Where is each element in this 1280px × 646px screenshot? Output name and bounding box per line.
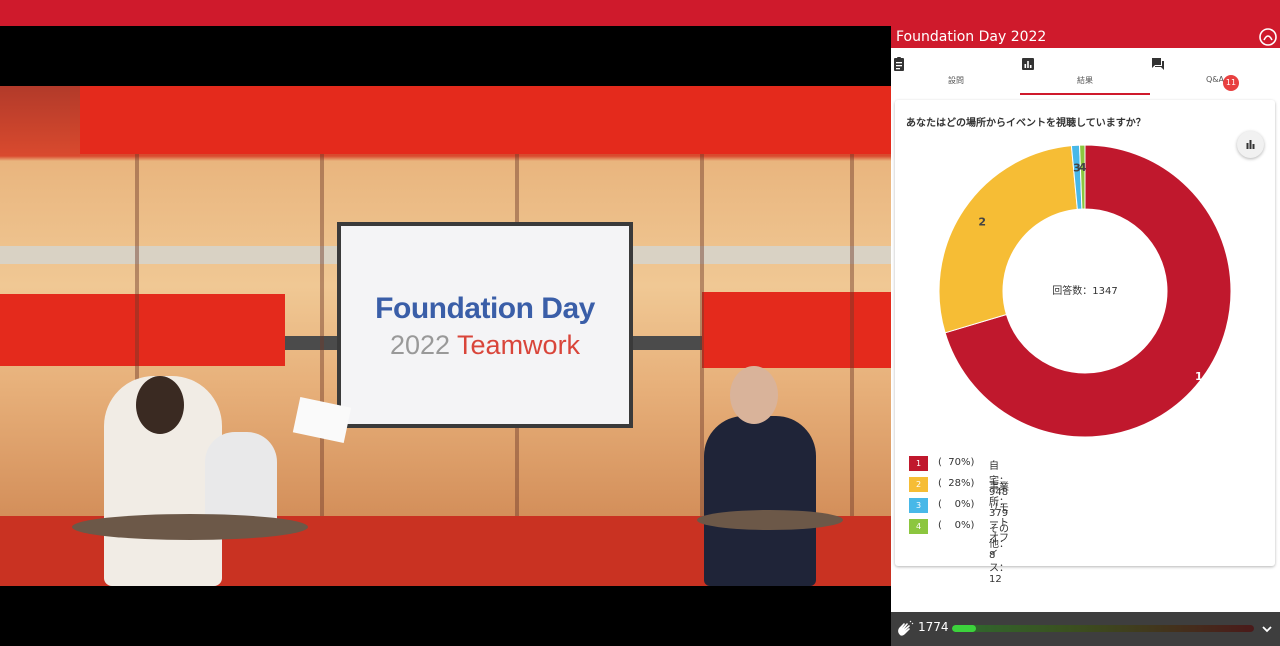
legend-swatch: 4 bbox=[909, 519, 928, 534]
donut-chart: 回答数：1347 1234 bbox=[938, 144, 1232, 438]
tab-label: Q&A bbox=[1205, 75, 1224, 84]
qa-count-badge: 11 bbox=[1223, 75, 1239, 91]
screen-year: 2022 bbox=[389, 330, 451, 360]
reaction-meter bbox=[952, 625, 1254, 632]
donut-slice-2 bbox=[938, 145, 1078, 334]
panel-header: Foundation Day 2022 bbox=[891, 26, 1280, 48]
tab-results[interactable]: 結果 bbox=[1020, 48, 1150, 96]
tab-label: 結果 bbox=[1077, 76, 1093, 85]
clap-hands-icon[interactable] bbox=[896, 620, 914, 638]
screen-title: Foundation Day bbox=[375, 292, 595, 325]
chat-icon bbox=[1152, 58, 1164, 70]
legend-percent: ( 0%) bbox=[938, 520, 975, 531]
legend-percent: ( 0%) bbox=[938, 499, 975, 510]
presenter-left-head bbox=[136, 376, 184, 434]
table-right bbox=[697, 510, 843, 530]
presenter-right bbox=[704, 416, 816, 586]
video-player[interactable]: Foundation Day 2022 Teamwork bbox=[0, 26, 891, 646]
legend-swatch: 1 bbox=[909, 456, 928, 471]
brand-logo-icon bbox=[1259, 28, 1277, 46]
tab-label: 設問 bbox=[948, 76, 964, 85]
reaction-footer: 1774 bbox=[891, 612, 1280, 646]
donut-slice-label: 4 bbox=[1079, 161, 1087, 174]
backdrop-red-band bbox=[80, 86, 891, 154]
reaction-meter-fill bbox=[952, 625, 977, 632]
backdrop-red-panel bbox=[702, 292, 891, 368]
presenter-right-head bbox=[730, 366, 778, 424]
screen-subtitle: 2022 Teamwork bbox=[341, 330, 629, 361]
side-panel: Foundation Day 2022 設問 結果 Q&A 11 あなたはどの場… bbox=[891, 26, 1280, 646]
backdrop-red-panel bbox=[0, 294, 285, 366]
poll-result-card: あなたはどの場所からイベントを視聴していますか？ 回答数：1347 1234 1… bbox=[895, 100, 1275, 585]
response-count-label: 回答数：1347 bbox=[1052, 284, 1117, 297]
panel-title: Foundation Day 2022 bbox=[896, 29, 1047, 45]
donut-slice-label: 1 bbox=[1195, 370, 1203, 383]
viewer-count: 1774 bbox=[918, 620, 949, 634]
donut-slice-label: 2 bbox=[978, 216, 986, 229]
screen-theme: Teamwork bbox=[457, 330, 581, 360]
legend-label: その他：8 bbox=[989, 524, 1009, 561]
tab-questions[interactable]: 設問 bbox=[891, 48, 1021, 96]
legend-percent: ( 28%) bbox=[938, 478, 975, 489]
active-tab-indicator bbox=[1020, 93, 1150, 95]
top-bar bbox=[0, 0, 1280, 26]
legend-swatch: 3 bbox=[909, 498, 928, 513]
tab-qa[interactable]: Q&A bbox=[1150, 48, 1280, 96]
legend-percent: ( 70%) bbox=[938, 457, 975, 468]
studio-scene: Foundation Day 2022 Teamwork bbox=[0, 86, 891, 586]
clipboard-icon bbox=[894, 57, 904, 71]
bar-chart-icon bbox=[1022, 58, 1034, 70]
presentation-screen: Foundation Day 2022 Teamwork bbox=[337, 222, 633, 428]
chevron-down-icon[interactable] bbox=[1260, 622, 1274, 636]
tab-bar: 設問 結果 Q&A 11 bbox=[891, 48, 1280, 96]
legend-swatch: 2 bbox=[909, 477, 928, 492]
table-left bbox=[72, 514, 308, 540]
